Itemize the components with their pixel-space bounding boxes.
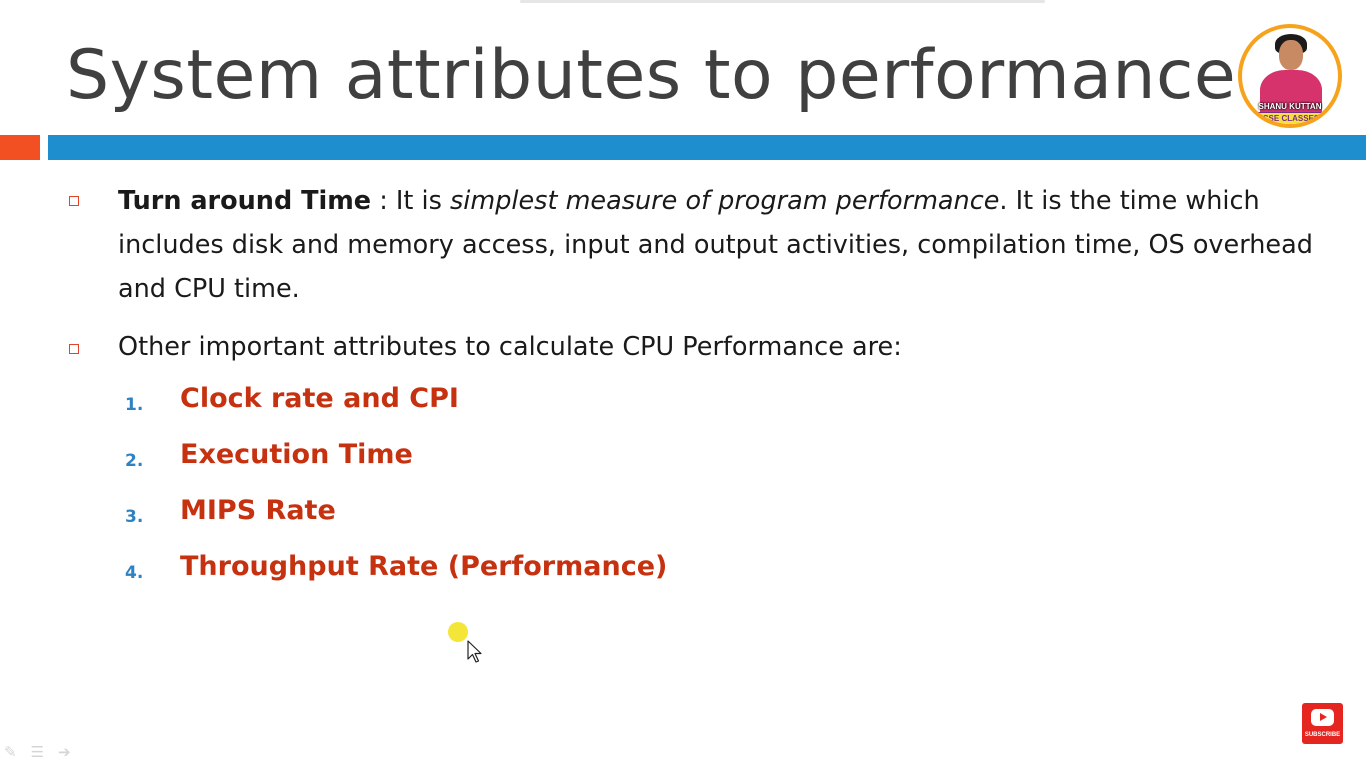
bullet-term: Turn around Time bbox=[118, 186, 372, 216]
logo-tag-text: CSE CLASSES bbox=[1256, 112, 1326, 124]
title-rule-accent bbox=[0, 135, 40, 160]
logo-face bbox=[1279, 40, 1303, 70]
attribute-number: 1. bbox=[125, 395, 144, 415]
attribute-number: 2. bbox=[125, 451, 144, 471]
subscribe-button[interactable]: SUBSCRIBE bbox=[1302, 703, 1343, 744]
youtube-play-icon bbox=[1311, 709, 1334, 726]
logo-inner: SHANU KUTTAN CSE CLASSES bbox=[1242, 28, 1338, 124]
cursor-highlight bbox=[448, 622, 468, 642]
attribute-item: MIPS Rate bbox=[180, 495, 336, 526]
square-bullet-icon bbox=[69, 344, 79, 354]
attribute-item: Execution Time bbox=[180, 439, 413, 470]
slideshow-toolbar[interactable]: ✎ ☰ ➔ bbox=[4, 742, 94, 762]
menu-icon[interactable]: ☰ bbox=[31, 743, 44, 761]
attribute-item: Clock rate and CPI bbox=[180, 383, 459, 414]
next-arrow-icon[interactable]: ➔ bbox=[58, 743, 71, 761]
bullet-italic: simplest measure of program performance bbox=[450, 186, 1000, 216]
bullet-separator: : It is bbox=[371, 186, 451, 216]
attribute-number: 3. bbox=[125, 507, 144, 527]
mouse-pointer-icon bbox=[467, 640, 482, 663]
pen-icon[interactable]: ✎ bbox=[4, 743, 17, 761]
subscribe-label: SUBSCRIBE bbox=[1304, 732, 1341, 738]
attribute-item: Throughput Rate (Performance) bbox=[180, 551, 668, 582]
attribute-number: 4. bbox=[125, 563, 144, 583]
title-rule-bar bbox=[48, 135, 1366, 160]
square-bullet-icon bbox=[69, 196, 79, 206]
bullet-other-attributes: Other important attributes to calculate … bbox=[118, 332, 902, 362]
logo-name-text: SHANU KUTTAN bbox=[1258, 102, 1322, 111]
slide-title: System attributes to performance bbox=[66, 36, 1237, 115]
top-edge-bar bbox=[520, 0, 1045, 3]
bullet-turnaround: Turn around Time : It is simplest measur… bbox=[118, 179, 1333, 311]
channel-logo: SHANU KUTTAN CSE CLASSES bbox=[1238, 24, 1342, 128]
